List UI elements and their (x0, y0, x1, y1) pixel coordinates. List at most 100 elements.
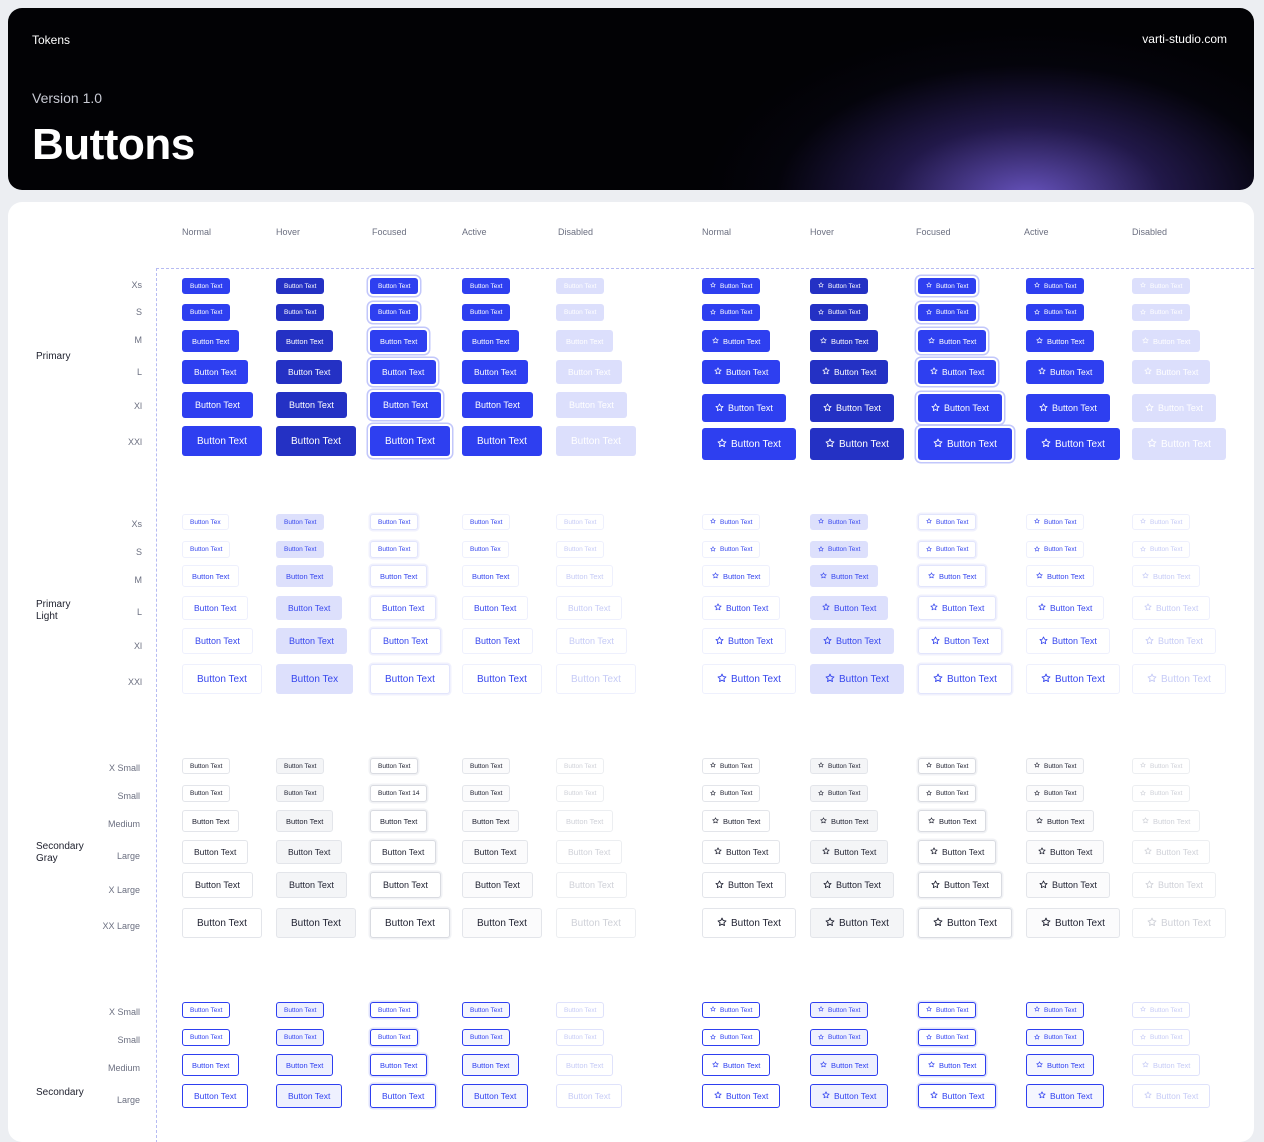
button-gray-active[interactable]: Button Text (462, 872, 533, 898)
button-primary-normal[interactable]: Button Text (182, 426, 262, 456)
button-light-active-with-icon[interactable]: Button Text (1026, 514, 1085, 530)
button-gray-active[interactable]: Button Text (462, 810, 520, 832)
button-light-normal-with-icon[interactable]: Button Text (702, 596, 781, 620)
button-light-active-with-icon[interactable]: Button Text (1026, 596, 1105, 620)
button-sec-normal[interactable]: Button Text (182, 1084, 249, 1108)
button-light-hover-with-icon[interactable]: Button Text (810, 628, 894, 654)
button-gray-hover-with-icon[interactable]: Button Text (810, 872, 894, 898)
button-light-focused[interactable]: Button Text (370, 541, 419, 558)
button-light-focused-with-icon[interactable]: Button Text (918, 565, 987, 587)
button-light-normal[interactable]: Button Text (182, 565, 240, 587)
button-light-normal[interactable]: Button Tex (182, 514, 229, 530)
button-gray-active-with-icon[interactable]: Button Text (1026, 840, 1105, 864)
button-light-active[interactable]: Button Text (462, 596, 529, 620)
site-link[interactable]: varti-studio.com (1142, 32, 1227, 46)
button-primary-active-with-icon[interactable]: Button Text (1026, 428, 1120, 460)
button-light-normal-with-icon[interactable]: Button Text (702, 628, 786, 654)
button-light-active[interactable]: Button Tex (462, 541, 509, 558)
button-gray-hover-with-icon[interactable]: Button Text (810, 758, 869, 774)
button-gray-active[interactable]: Button Text (462, 908, 542, 938)
button-sec-active[interactable]: Button Text (462, 1054, 520, 1076)
button-light-hover[interactable]: Button Text (276, 565, 334, 587)
button-sec-hover[interactable]: Button Text (276, 1002, 325, 1018)
button-primary-normal-with-icon[interactable]: Button Text (702, 394, 786, 422)
button-sec-normal-with-icon[interactable]: Button Text (702, 1084, 781, 1108)
button-primary-normal[interactable]: Button Text (182, 360, 249, 384)
button-primary-normal-with-icon[interactable]: Button Text (702, 330, 771, 352)
button-sec-normal-with-icon[interactable]: Button Text (702, 1029, 761, 1046)
button-sec-hover-with-icon[interactable]: Button Text (810, 1029, 869, 1046)
button-primary-hover-with-icon[interactable]: Button Text (810, 360, 889, 384)
button-gray-active-with-icon[interactable]: Button Text (1026, 810, 1095, 832)
button-gray-focused-with-icon[interactable]: Button Text (918, 908, 1012, 938)
button-sec-focused-with-icon[interactable]: Button Text (918, 1002, 977, 1018)
button-light-active[interactable]: Button Text (462, 565, 520, 587)
button-primary-normal-with-icon[interactable]: Button Text (702, 428, 796, 460)
button-gray-normal[interactable]: Button Text (182, 840, 249, 864)
button-gray-active[interactable]: Button Text (462, 840, 529, 864)
button-light-hover-with-icon[interactable]: Button Text (810, 541, 869, 558)
button-light-focused-with-icon[interactable]: Button Text (918, 596, 997, 620)
button-light-active[interactable]: Button Text (462, 664, 542, 694)
button-light-hover[interactable]: Button Tex (276, 664, 354, 694)
button-gray-hover-with-icon[interactable]: Button Text (810, 810, 879, 832)
button-sec-normal[interactable]: Button Text (182, 1002, 231, 1018)
button-gray-focused[interactable]: Button Text (370, 908, 450, 938)
button-light-normal[interactable]: Button Text (182, 628, 253, 654)
button-primary-active[interactable]: Button Text (462, 426, 542, 456)
button-light-normal-with-icon[interactable]: Button Text (702, 664, 796, 694)
button-gray-focused-with-icon[interactable]: Button Text (918, 810, 987, 832)
button-primary-normal[interactable]: Button Text (182, 304, 231, 321)
button-light-hover[interactable]: Button Text (276, 596, 343, 620)
button-gray-hover-with-icon[interactable]: Button Text (810, 908, 904, 938)
button-primary-active-with-icon[interactable]: Button Text (1026, 304, 1085, 321)
button-primary-focused[interactable]: Button Text (370, 392, 441, 418)
button-gray-active[interactable]: Button Text (462, 785, 511, 802)
button-sec-normal[interactable]: Button Text (182, 1054, 240, 1076)
button-primary-focused[interactable]: Button Text (370, 426, 450, 456)
button-primary-normal-with-icon[interactable]: Button Text (702, 360, 781, 384)
button-sec-hover-with-icon[interactable]: Button Text (810, 1084, 889, 1108)
button-gray-focused-with-icon[interactable]: Button Text (918, 872, 1002, 898)
button-gray-focused[interactable]: Button Text 14 (370, 785, 428, 802)
button-light-focused-with-icon[interactable]: Button Text (918, 514, 977, 530)
button-gray-focused[interactable]: Button Text (370, 758, 419, 774)
button-sec-focused-with-icon[interactable]: Button Text (918, 1054, 987, 1076)
button-sec-active[interactable]: Button Text (462, 1002, 511, 1018)
button-gray-focused[interactable]: Button Text (370, 872, 441, 898)
button-primary-active[interactable]: Button Text (462, 360, 529, 384)
button-light-normal[interactable]: Button Text (182, 541, 231, 558)
button-primary-hover-with-icon[interactable]: Button Text (810, 330, 879, 352)
button-gray-normal[interactable]: Button Text (182, 810, 240, 832)
button-gray-focused-with-icon[interactable]: Button Text (918, 840, 997, 864)
button-sec-active[interactable]: Button Text (462, 1029, 511, 1046)
button-primary-focused-with-icon[interactable]: Button Text (918, 304, 977, 321)
button-sec-hover[interactable]: Button Text (276, 1054, 334, 1076)
button-primary-hover[interactable]: Button Text (276, 304, 325, 321)
button-gray-normal[interactable]: Button Text (182, 872, 253, 898)
button-gray-normal-with-icon[interactable]: Button Text (702, 758, 761, 774)
button-primary-hover[interactable]: Button Text (276, 278, 325, 294)
button-sec-active-with-icon[interactable]: Button Text (1026, 1054, 1095, 1076)
button-gray-focused-with-icon[interactable]: Button Text (918, 785, 977, 802)
button-light-active-with-icon[interactable]: Button Text (1026, 664, 1120, 694)
button-primary-active[interactable]: Button Text (462, 304, 511, 321)
button-primary-focused[interactable]: Button Text (370, 278, 419, 294)
button-gray-focused[interactable]: Button Text (370, 840, 437, 864)
button-gray-hover-with-icon[interactable]: Button Text (810, 840, 889, 864)
button-sec-focused[interactable]: Button Text (370, 1084, 437, 1108)
button-sec-focused-with-icon[interactable]: Button Text (918, 1084, 997, 1108)
button-primary-focused[interactable]: Button Text (370, 360, 437, 384)
button-sec-active-with-icon[interactable]: Button Text (1026, 1029, 1085, 1046)
button-light-normal-with-icon[interactable]: Button Text (702, 541, 761, 558)
button-sec-hover[interactable]: Button Text (276, 1084, 343, 1108)
button-primary-active-with-icon[interactable]: Button Text (1026, 360, 1105, 384)
button-gray-hover[interactable]: Button Text (276, 810, 334, 832)
button-light-focused[interactable]: Button Text (370, 628, 441, 654)
button-gray-normal[interactable]: Button Text (182, 758, 231, 774)
button-gray-active-with-icon[interactable]: Button Text (1026, 908, 1120, 938)
button-primary-hover-with-icon[interactable]: Button Text (810, 394, 894, 422)
button-primary-focused-with-icon[interactable]: Button Text (918, 330, 987, 352)
button-light-hover-with-icon[interactable]: Button Text (810, 565, 879, 587)
button-gray-normal-with-icon[interactable]: Button Text (702, 810, 771, 832)
